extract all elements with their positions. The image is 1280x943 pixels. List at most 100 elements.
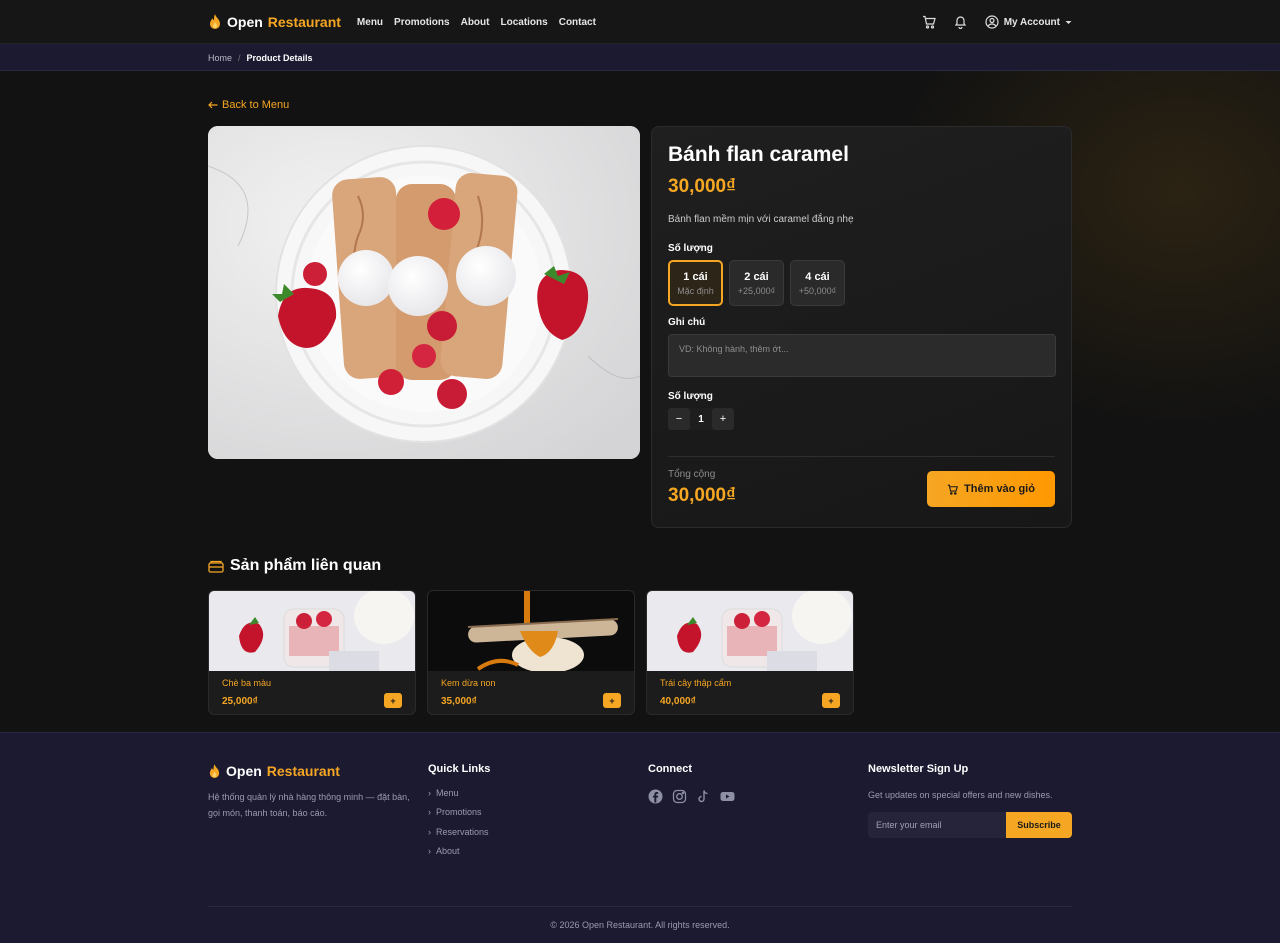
back-label: Back to Menu <box>222 99 290 111</box>
breadcrumb-separator: / <box>238 52 241 63</box>
header-actions: My Account <box>921 14 1072 30</box>
footer-link-label: Promotions <box>436 807 482 818</box>
brand-logo[interactable]: Open Restaurant <box>208 14 341 30</box>
chevron-right-icon: › <box>428 846 431 857</box>
newsletter-title: Newsletter Sign Up <box>868 763 969 775</box>
footer-newsletter: Newsletter Sign Up Get updates on specia… <box>868 763 1072 857</box>
related-product-card[interactable]: Chè ba màu 25,000₫ + <box>208 590 416 715</box>
product-details-card: Bánh flan caramel 30,000₫ Bánh flan mềm … <box>651 126 1072 528</box>
related-products-heading: Sản phẩm liên quan <box>208 557 381 575</box>
add-to-cart-button[interactable]: Thêm vào giỏ <box>927 471 1055 507</box>
related-product-price: 25,000₫ <box>222 696 258 707</box>
footer-link-label: Menu <box>436 787 459 798</box>
related-product-card[interactable]: Kem dừa non 35,000₫ + <box>427 590 635 715</box>
footer-link-promotions[interactable]: › Promotions <box>428 807 648 819</box>
related-product-image <box>647 591 853 671</box>
main-nav: Menu Promotions About Locations Contact <box>357 17 596 28</box>
account-menu[interactable]: My Account <box>985 15 1072 29</box>
footer-logo[interactable]: Open Restaurant <box>208 763 428 779</box>
user-circle-icon <box>985 15 999 29</box>
related-product-price: 35,000₫ <box>441 696 477 707</box>
nav-menu[interactable]: Menu <box>357 17 383 28</box>
breadcrumb-current: Product Details <box>246 52 313 63</box>
product-title: Bánh flan caramel <box>668 143 849 166</box>
flame-icon <box>209 763 220 778</box>
chevron-right-icon: › <box>428 807 431 818</box>
footer-brand-part2: Restaurant <box>266 763 340 779</box>
quantity-stepper: − 1 + <box>668 408 1055 430</box>
subscribe-button[interactable]: Subscribe <box>1006 812 1072 838</box>
related-product-name: Kem dừa non <box>441 678 496 688</box>
quantity-value[interactable]: 1 <box>690 408 712 430</box>
related-product-image <box>209 591 415 671</box>
caret-down-icon <box>1065 20 1072 24</box>
related-product-name: Trái cây thập cẩm <box>660 678 732 688</box>
cart-icon[interactable] <box>921 14 937 30</box>
cart-icon <box>947 484 958 495</box>
site-footer: Open Restaurant Hệ thống quản lý nhà hàn… <box>0 732 1280 943</box>
footer-quick-links: Quick Links › Menu › Promotions › Reservati… <box>428 763 648 857</box>
instagram-icon[interactable] <box>672 789 687 804</box>
nav-about[interactable]: About <box>461 17 490 28</box>
tiktok-icon[interactable] <box>696 789 711 804</box>
product-price: 30,000₫ <box>668 176 736 197</box>
product-page: Back to Menu Bánh flan caramel 30,000₫ B… <box>0 71 1280 731</box>
account-label: My Account <box>1003 16 1060 28</box>
chevron-right-icon: › <box>428 826 431 837</box>
back-to-menu-link[interactable]: Back to Menu <box>208 99 289 111</box>
quantity-label: Số lượng <box>668 391 713 402</box>
related-product-name: Chè ba màu <box>222 678 272 688</box>
quantity-increase-button[interactable]: + <box>712 408 734 430</box>
footer-description: Hệ thống quản lý nhà hàng thông minh — đ… <box>208 792 410 818</box>
quantity-decrease-button[interactable]: − <box>668 408 690 430</box>
breadcrumb: Home / Product Details <box>0 44 1280 71</box>
brand-name-part2: Restaurant <box>267 14 341 30</box>
footer-link-menu[interactable]: › Menu <box>428 787 648 799</box>
size-option-sub: +50,000₫ <box>798 285 837 296</box>
arrow-left-icon <box>208 101 218 109</box>
nav-locations[interactable]: Locations <box>500 17 547 28</box>
note-label: Ghi chú <box>668 317 706 328</box>
related-add-button[interactable]: + <box>384 693 402 708</box>
nav-promotions[interactable]: Promotions <box>394 17 450 28</box>
product-image <box>208 126 640 459</box>
copyright: © 2026 Open Restaurant. All rights reser… <box>550 920 730 930</box>
footer-link-label: Reservations <box>436 826 489 837</box>
connect-title: Connect <box>648 763 692 775</box>
related-product-card[interactable]: Trái cây thập cẩm 40,000₫ + <box>646 590 854 715</box>
footer-link-label: About <box>436 846 460 857</box>
size-option-label: 1 cái <box>683 270 708 283</box>
footer-link-reservations[interactable]: › Reservations <box>428 826 648 838</box>
related-product-price: 40,000₫ <box>660 696 696 707</box>
total-label: Tổng cộng <box>668 469 716 480</box>
size-label: Số lượng <box>668 243 713 254</box>
size-option-1[interactable]: 1 cái Mặc định <box>668 260 723 306</box>
footer-brand-part1: Open <box>226 763 262 779</box>
facebook-icon[interactable] <box>648 789 663 804</box>
nav-contact[interactable]: Contact <box>559 17 596 28</box>
related-add-button[interactable]: + <box>822 693 840 708</box>
size-option-label: 4 cái <box>805 270 830 283</box>
breadcrumb-home[interactable]: Home <box>208 53 232 63</box>
newsletter-email-input[interactable] <box>868 812 1006 838</box>
brand-name-part1: Open <box>227 14 263 30</box>
note-textarea[interactable] <box>668 334 1056 377</box>
add-to-cart-label: Thêm vào giỏ <box>964 483 1035 495</box>
size-option-sub: +25,000₫ <box>737 285 776 296</box>
footer-about: Open Restaurant Hệ thống quản lý nhà hàn… <box>208 763 428 857</box>
footer-link-about[interactable]: › About <box>428 846 648 858</box>
related-products-list: Chè ba màu 25,000₫ + Kem dừa non 35,000₫… <box>208 590 854 715</box>
size-option-sub: Mặc định <box>677 285 714 296</box>
related-products-title: Sản phẩm liên quan <box>230 557 382 574</box>
footer-connect: Connect <box>648 763 868 857</box>
newsletter-description: Get updates on special offers and new di… <box>868 790 1053 800</box>
size-option-4[interactable]: 4 cái +50,000₫ <box>790 260 845 306</box>
youtube-icon[interactable] <box>720 789 735 804</box>
quick-links-title: Quick Links <box>428 763 491 775</box>
bell-icon[interactable] <box>953 14 969 30</box>
divider <box>668 456 1055 457</box>
tray-icon <box>208 560 224 573</box>
related-add-button[interactable]: + <box>603 693 621 708</box>
size-option-label: 2 cái <box>744 270 769 283</box>
size-option-2[interactable]: 2 cái +25,000₫ <box>729 260 784 306</box>
